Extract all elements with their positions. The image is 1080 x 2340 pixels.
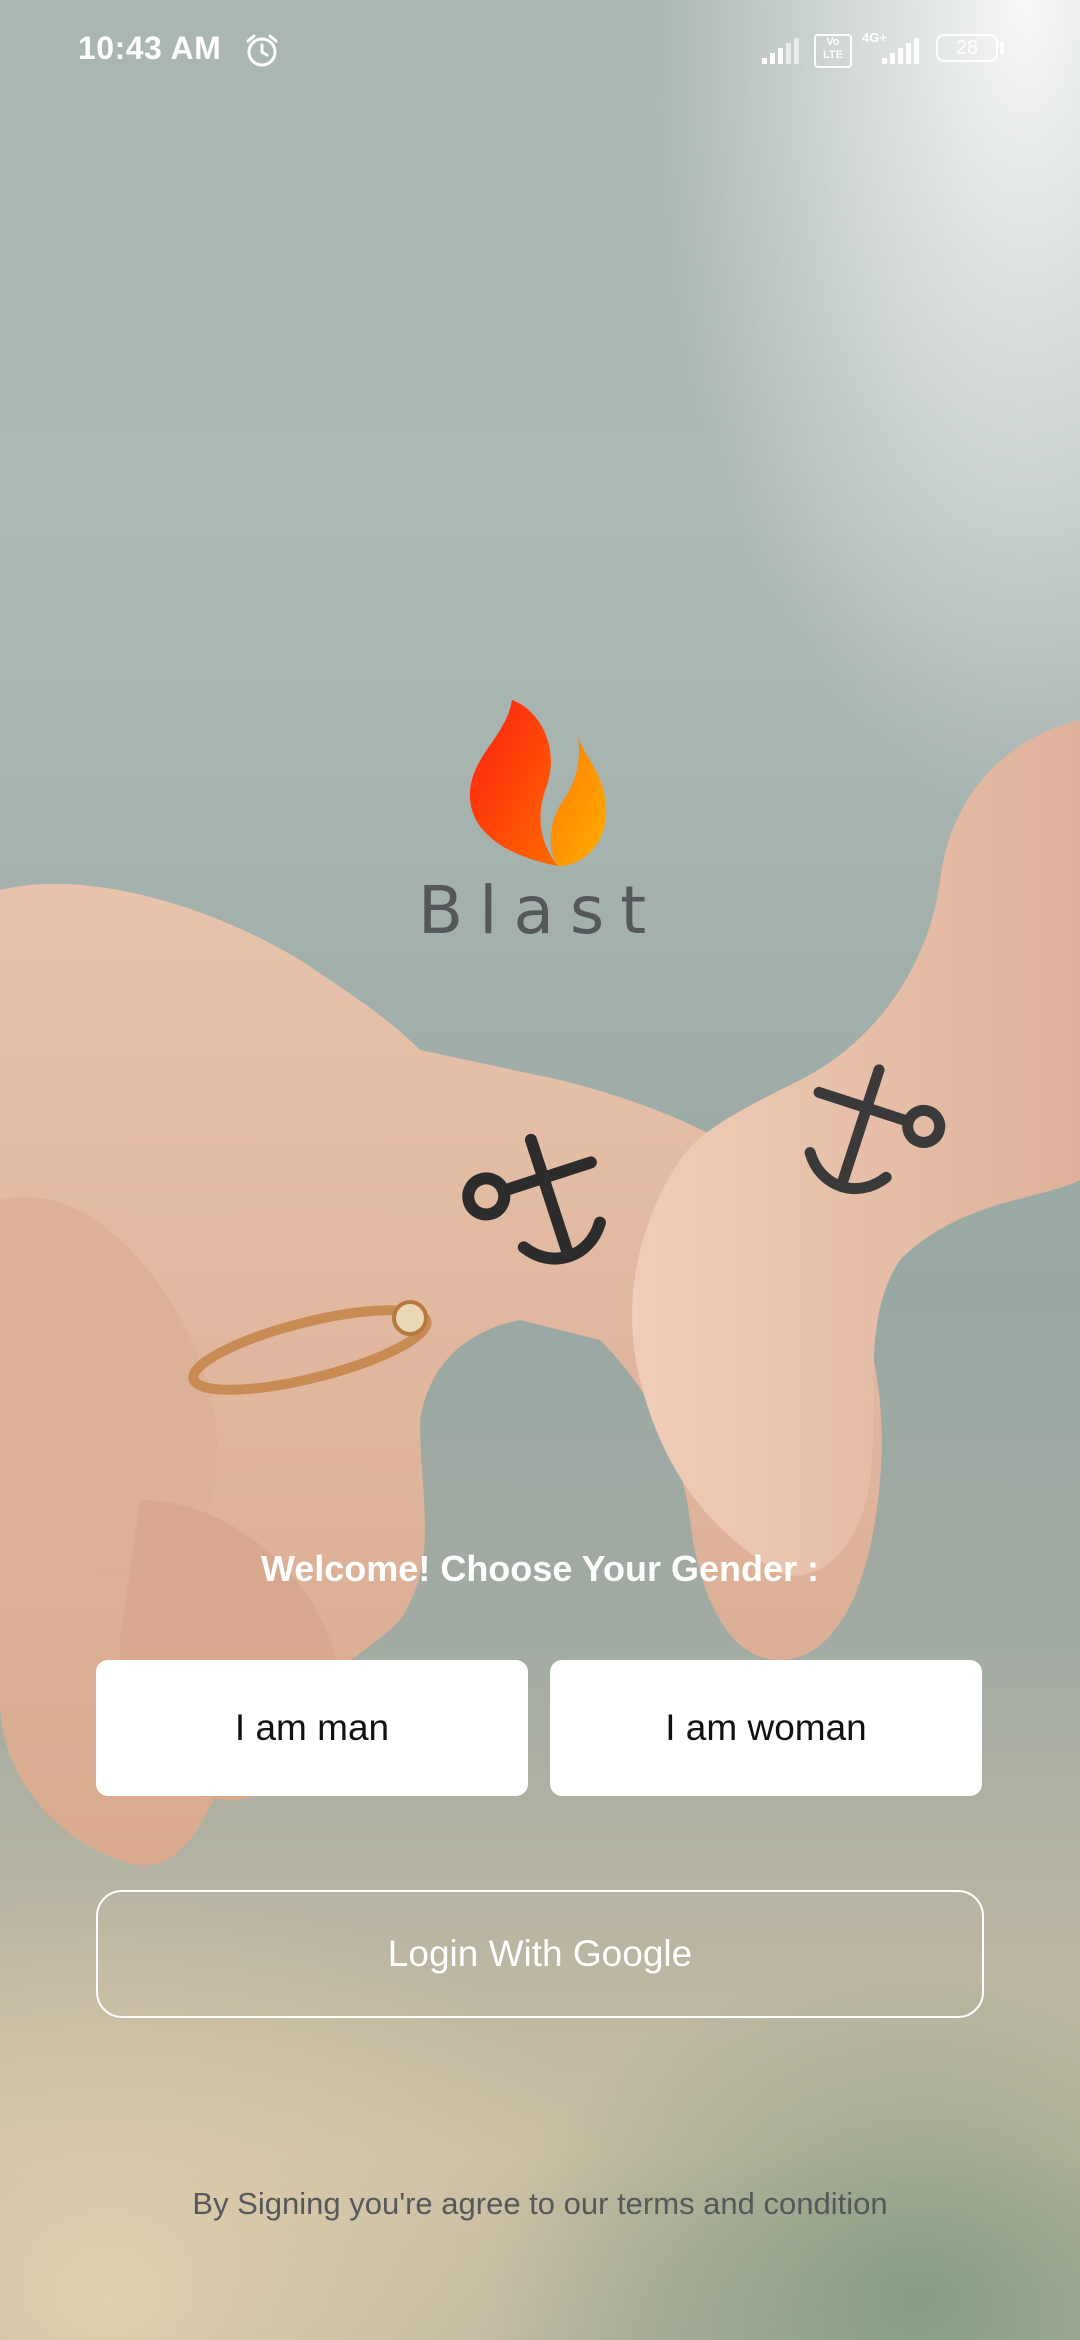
signal-icon xyxy=(882,38,919,64)
login-with-google-button[interactable]: Login With Google xyxy=(96,1890,984,2018)
alarm-icon xyxy=(246,34,278,67)
i-am-man-button[interactable]: I am man xyxy=(96,1660,528,1796)
battery-indicator: 28 xyxy=(936,34,998,62)
status-time: 10:43 AM xyxy=(78,30,222,66)
signal-icon xyxy=(762,38,799,64)
app-name: Blast xyxy=(417,872,663,949)
welcome-screen: 10:43 AM Vo LTE 4G+ 28 Blast Welcome! Ch… xyxy=(0,0,1080,2340)
flame-logo-icon xyxy=(469,700,607,866)
login-with-google-label: Login With Google xyxy=(387,1933,693,1974)
volte-badge: Vo LTE xyxy=(814,34,852,68)
i-am-man-label: I am man xyxy=(234,1707,390,1748)
i-am-woman-label: I am woman xyxy=(665,1707,867,1748)
i-am-woman-button[interactable]: I am woman xyxy=(550,1660,982,1796)
terms-and-conditions-text[interactable]: By Signing you're agree to our terms and… xyxy=(0,2186,1080,2222)
status-bar: 10:43 AM Vo LTE 4G+ 28 xyxy=(0,0,1080,100)
battery-tip xyxy=(1000,42,1004,54)
welcome-prompt: Welcome! Choose Your Gender : xyxy=(260,1548,820,1589)
